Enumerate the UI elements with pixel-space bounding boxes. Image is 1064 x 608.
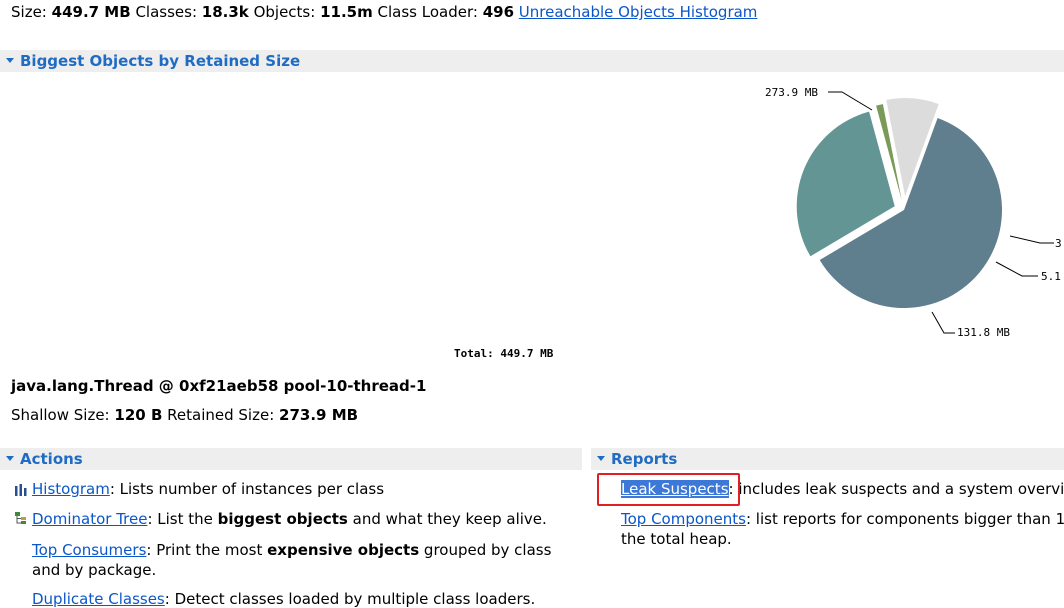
chart-total: Total: 449.7 MB: [454, 347, 553, 360]
leak-suspects-description: : includes leak suspects and a system ov…: [728, 480, 1064, 498]
heap-summary: Size: 449.7 MB Classes: 18.3k Objects: 1…: [11, 3, 757, 21]
collapse-triangle-icon[interactable]: [6, 58, 14, 63]
shallow-size-label: Shallow Size:: [11, 406, 110, 424]
selected-object-sizes: Shallow Size: 120 B Retained Size: 273.9…: [11, 406, 358, 424]
reports-title: Reports: [611, 450, 678, 468]
collapse-triangle-icon[interactable]: [597, 456, 605, 461]
duplicate-description: : Detect classes loaded by multiple clas…: [164, 590, 536, 608]
dominator-tree-action: Dominator Tree: List the biggest objects…: [32, 510, 547, 528]
top-components-report: Top Components: list reports for compone…: [621, 510, 1064, 528]
selected-object-title: java.lang.Thread @ 0xf21aeb58 pool-10-th…: [11, 377, 427, 395]
biggest-objects-title: Biggest Objects by Retained Size: [20, 52, 301, 70]
objects-label: Objects:: [253, 3, 316, 21]
classes-value: 18.3k: [201, 3, 249, 21]
histogram-description: : Lists number of instances per class: [109, 480, 385, 498]
retained-size-value: 273.9 MB: [279, 406, 359, 424]
slice-label-3: 3: [1055, 237, 1062, 250]
duplicate-classes-action: Duplicate Classes: Detect classes loaded…: [32, 590, 535, 608]
unreachable-objects-histogram-link[interactable]: Unreachable Objects Histogram: [519, 3, 758, 21]
collapse-triangle-icon[interactable]: [6, 456, 14, 461]
actions-header[interactable]: Actions: [0, 448, 582, 470]
dominator-description-a: : List the: [147, 510, 218, 528]
dominator-description-bold: biggest objects: [217, 510, 348, 528]
dominator-tree-link[interactable]: Dominator Tree: [32, 510, 147, 528]
slice-label-131: 131.8 MB: [957, 326, 1010, 339]
consumers-description-bold: expensive objects: [267, 541, 420, 559]
class-loader-label: Class Loader:: [377, 3, 478, 21]
total-value: 449.7 MB: [500, 347, 554, 360]
slice-label-5: 5.1: [1041, 270, 1061, 283]
total-label: Total:: [454, 347, 494, 360]
leader-line-5: [995, 261, 1038, 277]
consumers-description-a: : Print the most: [146, 541, 268, 559]
annotation-highlight-box: [597, 473, 740, 506]
size-value: 449.7 MB: [51, 3, 131, 21]
top-consumers-link[interactable]: Top Consumers: [32, 541, 146, 559]
classes-label: Classes:: [135, 3, 198, 21]
leader-line-273: [828, 91, 873, 111]
leader-line-131: [931, 311, 955, 334]
retained-size-pie-chart[interactable]: 273.9 MB 3 5.1 131.8 MB: [700, 80, 1064, 350]
dominator-tree-icon: [15, 512, 26, 524]
shallow-size-value: 120 B: [114, 406, 163, 424]
histogram-link[interactable]: Histogram: [32, 480, 110, 498]
actions-title: Actions: [20, 450, 83, 468]
histogram-action: Histogram: Lists number of instances per…: [32, 480, 384, 498]
duplicate-classes-link[interactable]: Duplicate Classes: [32, 590, 165, 608]
slice-label-273: 273.9 MB: [765, 86, 818, 99]
top-components-link[interactable]: Top Components: [621, 510, 746, 528]
top-consumers-action: Top Consumers: Print the most expensive …: [32, 540, 562, 580]
objects-value: 11.5m: [320, 3, 373, 21]
retained-size-label: Retained Size:: [167, 406, 275, 424]
histogram-icon: [15, 484, 27, 496]
class-loader-value: 496: [482, 3, 515, 21]
dominator-description-b: and what they keep alive.: [347, 510, 547, 528]
size-label: Size:: [11, 3, 47, 21]
top-components-description: : list reports for components bigger tha…: [745, 510, 1064, 528]
leader-line-3: [1009, 235, 1054, 244]
top-components-description-cont: the total heap.: [621, 530, 732, 548]
reports-header[interactable]: Reports: [591, 448, 1064, 470]
biggest-objects-header[interactable]: Biggest Objects by Retained Size: [0, 50, 1064, 72]
